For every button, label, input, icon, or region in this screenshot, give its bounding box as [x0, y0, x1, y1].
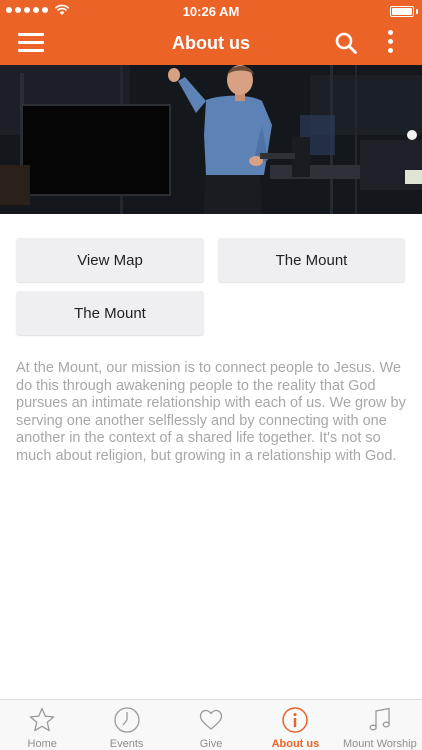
status-time: 10:26 AM	[182, 4, 240, 19]
tab-home-label: Home	[27, 738, 57, 750]
status-bar: 10:26 AM	[0, 0, 422, 22]
tab-give-label: Give	[199, 738, 223, 750]
info-icon	[282, 707, 309, 733]
the-mount-button-2[interactable]: The Mount	[16, 291, 204, 335]
page-title: About us	[172, 33, 250, 53]
tab-about-us[interactable]: About us	[253, 700, 337, 750]
tab-home[interactable]: Home	[0, 700, 84, 750]
tab-events[interactable]: Events	[84, 700, 168, 750]
music-note-icon	[369, 707, 390, 731]
tab-bar: Home Events Give About us Mount Worship	[0, 699, 422, 750]
view-map-button[interactable]: View Map	[16, 238, 204, 282]
the-mount-button-1[interactable]: The Mount	[218, 238, 405, 282]
more-options-icon[interactable]	[386, 30, 394, 56]
tab-events-label: Events	[109, 738, 144, 750]
hero-image	[0, 65, 422, 214]
tab-mount-worship[interactable]: Mount Worship	[338, 700, 422, 750]
clock-icon	[113, 707, 140, 733]
battery-icon	[390, 6, 414, 17]
preacher-on-stage-image	[0, 65, 422, 214]
battery-tip	[416, 9, 418, 14]
tab-about-us-label: About us	[271, 738, 320, 750]
search-icon[interactable]	[334, 31, 358, 55]
heart-icon	[199, 709, 223, 730]
nav-bar: About us	[0, 22, 422, 65]
tab-give[interactable]: Give	[169, 700, 253, 750]
screen: 10:26 AM About us View Map The Mount The…	[0, 0, 422, 750]
tab-mount-worship-label: Mount Worship	[342, 738, 417, 750]
about-description: At the Mount, our mission is to connect …	[16, 360, 406, 464]
star-icon	[29, 707, 55, 732]
